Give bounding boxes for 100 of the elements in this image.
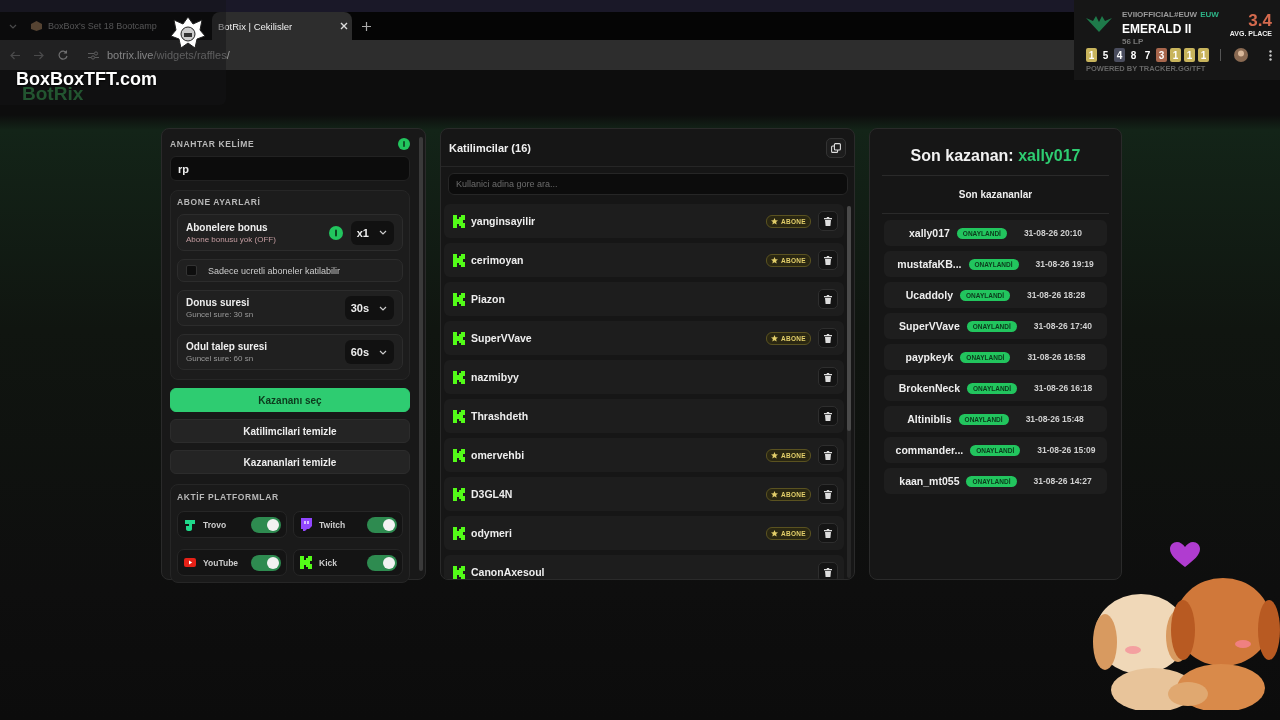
trash-icon	[824, 411, 832, 421]
clear-button[interactable]: Katilimcilari temizle	[170, 419, 410, 443]
toggle-switch[interactable]	[251, 554, 281, 571]
participant-name: yanginsayilir	[471, 215, 537, 227]
trash-icon	[824, 372, 832, 382]
address-bar[interactable]: botrix.live/widgets/raffles/	[107, 49, 230, 61]
delete-button[interactable]	[818, 484, 838, 504]
dropdown[interactable]: 60s	[344, 340, 394, 364]
participant-name: D3GL4N	[471, 488, 514, 500]
keyword-field[interactable]: rp	[170, 156, 410, 181]
participant-row[interactable]: CanonAxesoul	[444, 555, 844, 579]
winner-name: BrokenNeck	[898, 382, 961, 394]
winner-name: Ucaddoly	[905, 289, 954, 301]
setting-label: Abonelere bonus	[186, 221, 269, 233]
checkbox-label: Sadece ucretli aboneler katilabilir	[208, 265, 341, 276]
heart-icon	[1170, 542, 1200, 568]
last-winner-title: Son kazanan: xally017	[910, 145, 1081, 165]
toggle-switch[interactable]	[251, 516, 281, 533]
checkbox[interactable]	[186, 265, 197, 276]
winner-date: 31-08-26 16:58	[1027, 352, 1086, 362]
scrollbar[interactable]	[847, 206, 851, 578]
new-tab-icon[interactable]	[362, 21, 371, 31]
placement-chip: 1	[1184, 48, 1196, 62]
star-icon	[771, 256, 778, 264]
winner-date: 31-08-26 17:40	[1033, 321, 1092, 331]
delete-button[interactable]	[818, 367, 838, 387]
participant-row[interactable]: Piazon	[444, 282, 844, 316]
delete-button[interactable]	[818, 562, 838, 579]
winner-name: SuperVVave	[899, 320, 960, 332]
region-label: EUW	[1200, 9, 1219, 19]
star-icon	[771, 217, 778, 225]
winner-date: 31-08-26 20:10	[1023, 228, 1083, 238]
delete-button[interactable]	[818, 328, 838, 348]
toggle-switch[interactable]	[367, 516, 397, 533]
section-title: Son kazananlar	[958, 189, 1033, 200]
site-settings-icon[interactable]	[88, 50, 99, 60]
section-label: AKTİF PLATFORMLAR	[177, 492, 280, 502]
delete-button[interactable]	[818, 211, 838, 231]
rank-label: EMERALD II	[1122, 21, 1193, 36]
pick-winner-button[interactable]: Kazananı seç	[170, 388, 410, 412]
winner-name: paypkeyk	[905, 351, 954, 363]
winner-name: mustafaKB...	[897, 258, 962, 270]
delete-button[interactable]	[818, 250, 838, 270]
platform-name: Kick	[319, 557, 338, 568]
twitch-icon	[300, 518, 312, 531]
copy-button[interactable]	[826, 137, 846, 158]
trash-icon	[824, 450, 832, 460]
close-icon[interactable]	[340, 22, 348, 30]
winner-date: 31-08-26 19:19	[1035, 259, 1094, 269]
dropdown[interactable]: 30s	[344, 296, 394, 320]
youtube-icon	[184, 558, 196, 567]
placement-chip: 4	[1114, 48, 1126, 62]
kick-icon	[453, 409, 465, 423]
chevron-down-icon	[379, 305, 387, 311]
platform-name: Trovo	[203, 519, 228, 530]
reload-icon[interactable]	[58, 50, 68, 60]
participant-name: odymeri	[471, 527, 513, 539]
clear-button[interactable]: Kazananlari temizle	[170, 450, 410, 474]
bird-emblem-icon	[1086, 16, 1112, 32]
placement-chip: 3	[1156, 48, 1168, 62]
kick-icon	[453, 214, 465, 228]
star-icon	[771, 334, 778, 342]
placement-label: 8	[1129, 48, 1138, 62]
participant-row[interactable]: Thrashdeth	[444, 399, 844, 433]
star-icon	[771, 451, 778, 459]
player-tag: EVIIOFFICIAL#EUW	[1122, 9, 1198, 19]
trash-icon	[824, 333, 832, 343]
trash-icon	[824, 528, 832, 538]
participant-name: Thrashdeth	[471, 410, 530, 422]
box-icon	[31, 21, 42, 31]
setting-label: Odul talep suresi	[186, 341, 269, 352]
kick-icon	[453, 448, 465, 462]
chevron-down-icon	[379, 349, 387, 355]
setting-hint: Guncel sure: 60 sn	[186, 354, 255, 363]
winner-date: 31-08-26 16:18	[1034, 383, 1093, 393]
search-field[interactable]: Kullanici adina gore ara...	[448, 173, 848, 195]
lp-label: 56 LP	[1122, 36, 1145, 46]
participant-name: Piazon	[471, 293, 506, 305]
scrollbar[interactable]	[419, 137, 423, 571]
trash-icon	[824, 294, 832, 304]
dropdown[interactable]: x1	[350, 220, 394, 245]
delete-button[interactable]	[818, 289, 838, 309]
browser-tab[interactable]: BotRix | Cekilisler	[212, 12, 352, 40]
winner-name: kaan_mt055	[899, 475, 960, 487]
placement-chip: 1	[1198, 48, 1210, 62]
panel-title: Katilimcilar (16)	[449, 141, 531, 154]
more-icon[interactable]	[1269, 49, 1272, 61]
delete-button[interactable]	[818, 523, 838, 543]
setting-hint: Guncel sure: 30 sn	[186, 310, 255, 319]
participant-name: SuperVVave	[471, 332, 533, 344]
kick-icon	[453, 331, 465, 345]
delete-button[interactable]	[818, 406, 838, 426]
participant-row[interactable]: nazmibyy	[444, 360, 844, 394]
participant-name: cerimoyan	[471, 254, 525, 266]
platform-name: YouTube	[203, 557, 240, 568]
participant-name: CanonAxesoul	[471, 566, 546, 578]
avatar-icon	[1234, 48, 1248, 62]
winner-date: 31-08-26 18:28	[1027, 290, 1086, 300]
delete-button[interactable]	[818, 445, 838, 465]
toggle-switch[interactable]	[367, 554, 397, 571]
